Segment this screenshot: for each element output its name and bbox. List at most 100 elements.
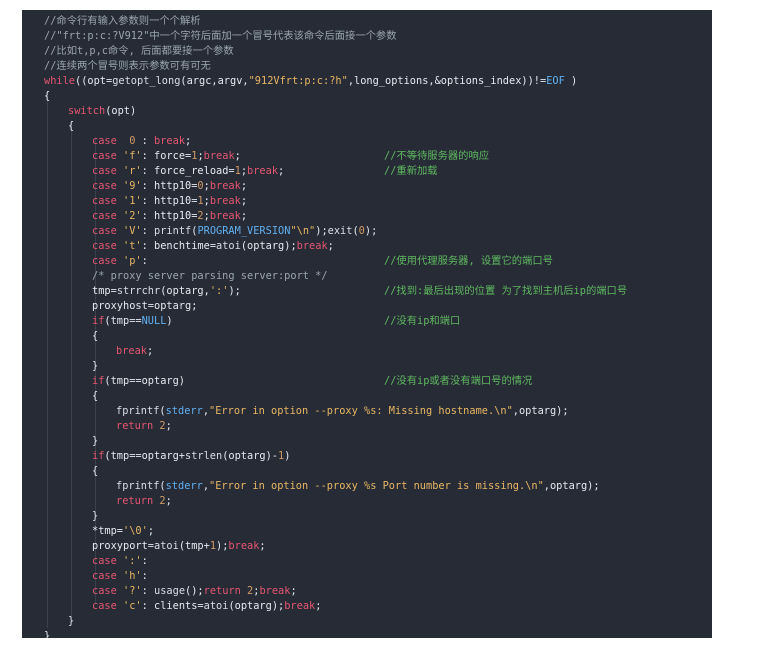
code-token: break [296, 240, 328, 252]
code-token: break [154, 135, 186, 147]
code-token: } [92, 435, 99, 447]
code-token: : clients= [141, 600, 204, 612]
code-token: return [116, 420, 154, 432]
code-line[interactable]: proxyport=atoi(tmp+1);break; [92, 539, 266, 554]
code-token: ; [259, 540, 266, 552]
code-line[interactable]: while((opt=getopt_long(argc,argv,"912Vfr… [44, 74, 577, 89]
code-line[interactable]: if(tmp==optarg) [92, 374, 185, 389]
code-line[interactable]: case 'c': clients=atoi(optarg);break; [92, 599, 321, 614]
code-token: (opt) [105, 105, 137, 117]
code-line[interactable]: { [92, 464, 98, 479]
code-comment: //不等待服务器的响应 [384, 150, 490, 162]
code-line[interactable]: //连续两个冒号则表示参数可有可无 [44, 59, 211, 74]
code-line[interactable]: fprintf(stderr,"Error in option --proxy … [116, 479, 600, 494]
code-line[interactable]: fprintf(stderr,"Error in option --proxy … [116, 404, 569, 419]
code-line[interactable]: //命令行有输入参数则一个个解析 [44, 14, 201, 29]
code-token: if [92, 375, 105, 387]
code-token: : [141, 570, 148, 582]
code-line[interactable]: } [92, 509, 98, 524]
code-token: case [92, 135, 117, 147]
code-line[interactable]: case 'r': force_reload=1;break; [92, 164, 284, 179]
code-token: break [209, 195, 241, 207]
code-line[interactable]: case 'V': printf(PROGRAM_VERSION"\n");ex… [92, 224, 377, 239]
code-line[interactable]: proxyhost=optarg; [92, 299, 197, 314]
code-line[interactable]: } [68, 614, 74, 629]
code-token: 'f' [123, 150, 142, 162]
code-line[interactable]: return 2; [116, 494, 172, 509]
code-token: ); [228, 285, 241, 297]
code-editor[interactable]: //命令行有输入参数则一个个解析 //"frt:p:c:?V912"中一个字符后面… [22, 10, 712, 638]
code-line[interactable]: case 'f': force=1;break; [92, 149, 241, 164]
code-token: '9' [123, 180, 142, 192]
code-token: (tmp==optarg) [104, 375, 185, 387]
code-comment: //使用代理服务器, 设置它的端口号 [384, 255, 553, 267]
code-token: 'r' [123, 165, 142, 177]
code-line[interactable]: break; [116, 344, 153, 359]
code-token: case [92, 585, 117, 597]
code-line[interactable]: { [92, 389, 98, 404]
code-token: : [141, 585, 155, 597]
code-line[interactable]: case 'h': [92, 569, 148, 584]
code-line[interactable]: /* proxy server parsing server:port */ [92, 269, 328, 284]
code-token: "912Vfrt:p:c:?h" [248, 75, 348, 87]
code-token: ,optarg); [543, 480, 600, 492]
code-line[interactable]: { [44, 89, 50, 104]
code-token: { [92, 330, 99, 342]
code-token: ; [290, 585, 297, 597]
code-line[interactable]: case ':': [92, 554, 148, 569]
code-token: ; [278, 165, 285, 177]
code-token: ':' [123, 555, 142, 567]
code-token: ':' [209, 285, 229, 297]
code-token: (tmp==optarg+ [104, 450, 185, 462]
code-line[interactable]: } [92, 434, 98, 449]
code-line[interactable]: //比如t,p,c命令, 后面都要接一个参数 [44, 44, 234, 59]
code-token: proxyport= [92, 540, 154, 552]
code-line[interactable]: case 0 : break; [92, 134, 191, 149]
code-token: (optarg, [160, 285, 210, 297]
code-token: (tmp== [104, 315, 142, 327]
code-token: break [228, 540, 260, 552]
code-token: (optarg); [228, 600, 285, 612]
code-token: stderr [165, 405, 203, 417]
code-token: case [92, 600, 117, 612]
code-token: : http10= [141, 195, 198, 207]
code-token: (tmp+ [178, 540, 210, 552]
code-token: return [203, 585, 241, 597]
code-comment: //没有ip和端口 [384, 315, 461, 327]
code-line[interactable]: { [92, 329, 98, 344]
code-line[interactable]: case 'p': [92, 254, 148, 269]
code-token: printf [154, 225, 192, 237]
code-token: ,optarg); [512, 405, 569, 417]
code-line[interactable]: if(tmp==optarg+strlen(optarg)-1) [92, 449, 290, 464]
code-line[interactable]: //"frt:p:c:?V912"中一个字符后面加一个冒号代表该命令后面接一个参… [44, 29, 397, 44]
code-token: ,long_options,&options_index))!= [347, 75, 547, 87]
code-comment: //没有ip或者没有端口号的情况 [384, 375, 533, 387]
code-line[interactable]: tmp=strrchr(optarg,':'); [92, 284, 241, 299]
code-token: ; [234, 150, 241, 162]
code-line[interactable]: case '1': http10=1;break; [92, 194, 247, 209]
code-token: '1' [123, 195, 142, 207]
code-token: ; [185, 135, 192, 147]
code-line[interactable]: case '2': http10=2;break; [92, 209, 247, 224]
code-line[interactable]: } [92, 359, 98, 374]
code-line[interactable]: switch(opt) [68, 104, 136, 119]
code-line[interactable]: *tmp='\0'; [92, 524, 154, 539]
code-line[interactable]: { [68, 119, 74, 134]
code-token: //"frt:p:c:?V912"中一个字符后面加一个冒号代表该命令后面接一个参… [44, 30, 397, 42]
code-token: { [92, 390, 99, 402]
code-token: '\0' [123, 525, 148, 537]
code-line[interactable]: case '?': usage();return 2;break; [92, 584, 297, 599]
code-token: : [141, 255, 148, 267]
code-token: ; [165, 495, 172, 507]
code-line[interactable]: return 2; [116, 419, 172, 434]
code-line[interactable]: case '9': http10=0;break; [92, 179, 247, 194]
code-line[interactable]: case 't': benchtime=atoi(optarg);break; [92, 239, 334, 254]
code-line[interactable]: if(tmp==NULL) [92, 314, 173, 329]
code-line[interactable]: } [44, 629, 50, 638]
code-token: '?' [123, 585, 142, 597]
code-token: *tmp= [92, 525, 123, 537]
code-token: 'p' [123, 255, 142, 267]
code-token: stderr [165, 480, 203, 492]
code-token: { [68, 120, 75, 132]
